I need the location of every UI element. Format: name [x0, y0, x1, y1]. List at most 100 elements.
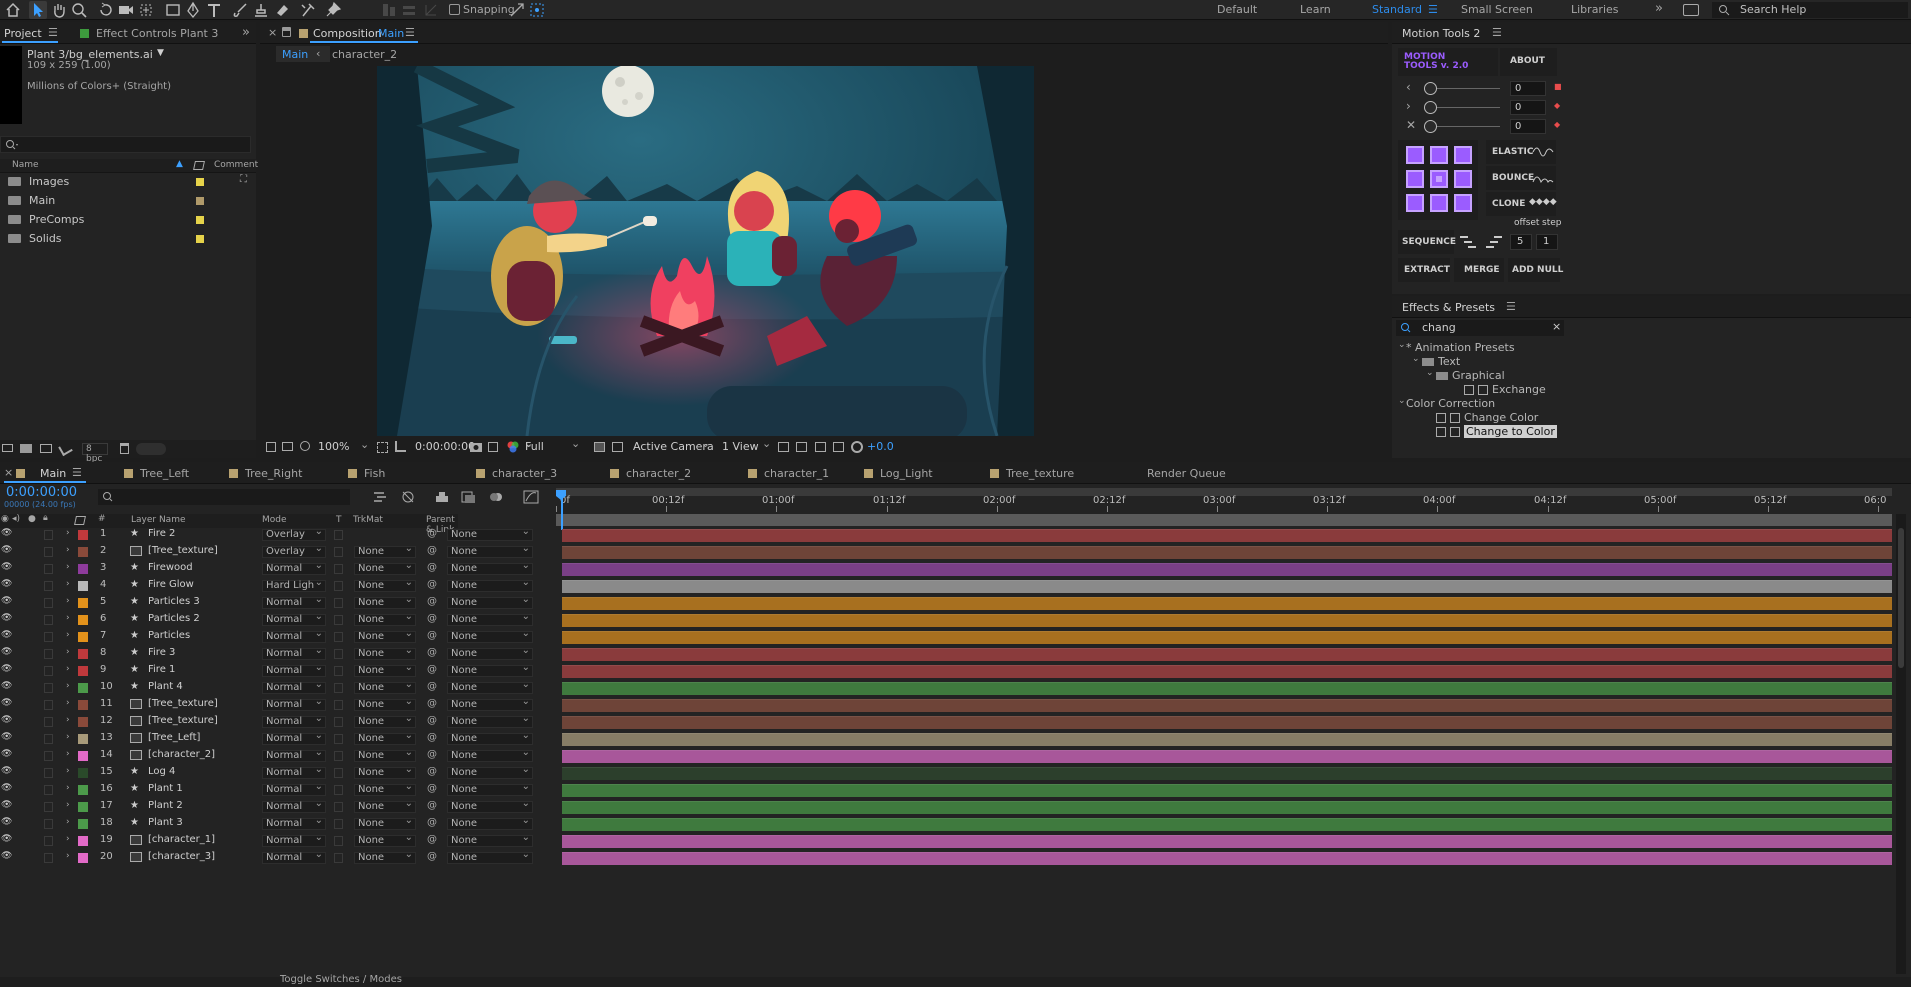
- timeline-tab[interactable]: Tree_Right: [245, 467, 302, 480]
- pick-whip-icon[interactable]: @: [427, 681, 437, 692]
- pick-whip-icon[interactable]: @: [427, 800, 437, 811]
- clone-button[interactable]: CLONE ◆◆◆◆: [1486, 192, 1557, 216]
- preserve-transparency-toggle[interactable]: [334, 598, 343, 608]
- pick-whip-icon[interactable]: @: [427, 834, 437, 845]
- parent-dropdown[interactable]: None: [447, 680, 533, 694]
- layer-label-swatch[interactable]: [78, 547, 88, 557]
- keyframe-marker-icon[interactable]: ■: [1554, 82, 1562, 91]
- parent-dropdown[interactable]: None: [447, 782, 533, 796]
- blend-mode-dropdown[interactable]: Normal: [262, 833, 326, 847]
- item-dropdown-icon[interactable]: ▼: [157, 48, 164, 58]
- eye-icon[interactable]: 👁︎: [1, 630, 12, 640]
- sort-ascending-icon[interactable]: ▲: [176, 159, 183, 169]
- parent-dropdown[interactable]: None: [447, 697, 533, 711]
- layer-label-swatch[interactable]: [78, 751, 88, 761]
- pick-whip-icon[interactable]: @: [427, 647, 437, 658]
- layer-duration-bar[interactable]: [562, 546, 1892, 559]
- anchor-point-button[interactable]: [1406, 194, 1424, 212]
- chevron-right-icon[interactable]: ›: [66, 562, 70, 572]
- align-tool-icon[interactable]: [380, 1, 398, 19]
- pick-whip-icon[interactable]: @: [427, 732, 437, 743]
- new-folder-icon[interactable]: [20, 444, 32, 453]
- eye-icon[interactable]: 👁︎: [1, 562, 12, 572]
- safe-zones-icon[interactable]: [377, 442, 388, 453]
- pick-whip-icon[interactable]: @: [427, 596, 437, 607]
- blend-mode-dropdown[interactable]: Hard Ligh: [262, 578, 326, 592]
- transparency-grid-icon[interactable]: [612, 442, 623, 452]
- pen-tool-icon[interactable]: [184, 1, 202, 19]
- blend-mode-dropdown[interactable]: Normal: [262, 646, 326, 660]
- lock-toggle[interactable]: [44, 581, 53, 591]
- layer-row[interactable]: 👁︎ › 1 ★ Fire 2 Overlay @ None: [0, 527, 540, 542]
- chevron-down-icon[interactable]: ⌄: [1426, 368, 1434, 378]
- close-panel-icon[interactable]: ×: [4, 466, 13, 479]
- lock-toggle[interactable]: [44, 819, 53, 829]
- anchor-point-button[interactable]: [1454, 170, 1472, 188]
- layer-label-swatch[interactable]: [78, 564, 88, 574]
- chevron-right-icon[interactable]: ›: [66, 800, 70, 810]
- eye-icon[interactable]: 👁︎: [1, 664, 12, 674]
- pick-whip-icon[interactable]: @: [427, 783, 437, 794]
- lock-toggle[interactable]: [44, 836, 53, 846]
- preserve-transparency-toggle[interactable]: [334, 615, 343, 625]
- preserve-transparency-toggle[interactable]: [334, 683, 343, 693]
- chevron-right-icon[interactable]: ›: [66, 681, 70, 691]
- chevron-right-icon[interactable]: ›: [66, 698, 70, 708]
- layer-name[interactable]: Plant 4: [148, 681, 183, 692]
- keyframe-marker-icon[interactable]: ◆: [1554, 101, 1560, 110]
- preserve-transparency-toggle[interactable]: [334, 802, 343, 812]
- preserve-transparency-toggle[interactable]: [334, 836, 343, 846]
- type-tool-icon[interactable]: [205, 1, 223, 19]
- panel-menu-icon[interactable]: ☰: [72, 466, 82, 479]
- trkmat-dropdown[interactable]: None: [354, 680, 416, 694]
- hand-tool-icon[interactable]: [50, 1, 68, 19]
- pan-behind-tool-icon[interactable]: [137, 1, 155, 19]
- panel-menu-icon[interactable]: ☰: [1506, 300, 1516, 313]
- close-panel-icon[interactable]: ×: [268, 26, 277, 39]
- layer-name[interactable]: [Tree_Left]: [148, 732, 200, 743]
- lock-switch-icon[interactable]: 🔒︎: [43, 513, 48, 523]
- slider-handle[interactable]: [1424, 82, 1437, 95]
- fast-previews-icon[interactable]: [796, 442, 807, 452]
- project-item[interactable]: Images ⛶: [0, 174, 256, 190]
- layer-duration-bar[interactable]: [562, 699, 1892, 712]
- eye-icon[interactable]: 👁︎: [1, 749, 12, 759]
- preserve-transparency-toggle[interactable]: [334, 700, 343, 710]
- slider-value-input[interactable]: 0: [1510, 119, 1546, 134]
- layer-name[interactable]: [Tree_texture]: [148, 715, 218, 726]
- trkmat-dropdown[interactable]: None: [354, 561, 416, 575]
- layer-label-swatch[interactable]: [78, 632, 88, 642]
- timeline-timecode[interactable]: 0:00:00:00: [6, 485, 77, 500]
- layer-label-swatch[interactable]: [78, 700, 88, 710]
- selection-tool-icon[interactable]: [29, 1, 47, 19]
- layer-duration-bar[interactable]: [562, 614, 1892, 627]
- timeline-tab[interactable]: Fish: [364, 467, 385, 480]
- preserve-transparency-toggle[interactable]: [334, 564, 343, 574]
- layer-label-swatch[interactable]: [78, 649, 88, 659]
- trkmat-dropdown[interactable]: None: [354, 833, 416, 847]
- sequence-forward-icon[interactable]: [1458, 234, 1478, 250]
- layer-row[interactable]: 👁︎ › 10 ★ Plant 4 Normal None @ None: [0, 680, 540, 695]
- project-bit-depth[interactable]: 8 bpc: [82, 443, 108, 464]
- comp-work-area[interactable]: [556, 514, 1892, 526]
- lock-toggle[interactable]: [44, 598, 53, 608]
- lock-toggle[interactable]: [44, 632, 53, 642]
- hierarchy-icon[interactable]: ⛶: [240, 174, 247, 185]
- eye-icon[interactable]: 👁︎: [1, 681, 12, 691]
- layer-label-swatch[interactable]: [78, 666, 88, 676]
- preserve-transparency-toggle[interactable]: [334, 547, 343, 557]
- chevron-right-icon[interactable]: ›: [66, 732, 70, 742]
- sequence-button[interactable]: SEQUENCE: [1398, 230, 1456, 254]
- layer-duration-bar[interactable]: [562, 580, 1892, 593]
- timeline-tab[interactable]: Tree_Left: [140, 467, 189, 480]
- project-search-input[interactable]: [0, 136, 251, 153]
- panel-menu-icon[interactable]: ☰: [48, 26, 58, 39]
- layer-row[interactable]: 👁︎ › 8 ★ Fire 3 Normal None @ None: [0, 646, 540, 661]
- blend-mode-dropdown[interactable]: Normal: [262, 612, 326, 626]
- step-input[interactable]: 1: [1536, 234, 1558, 250]
- layer-row[interactable]: 👁︎ › 20 [character_3] Normal None @ None: [0, 850, 540, 865]
- anchor-point-button[interactable]: [1454, 194, 1472, 212]
- toggle-switches-modes[interactable]: Toggle Switches / Modes: [280, 974, 402, 985]
- layer-duration-bar[interactable]: [562, 716, 1892, 729]
- show-snapshot-icon[interactable]: [488, 442, 498, 452]
